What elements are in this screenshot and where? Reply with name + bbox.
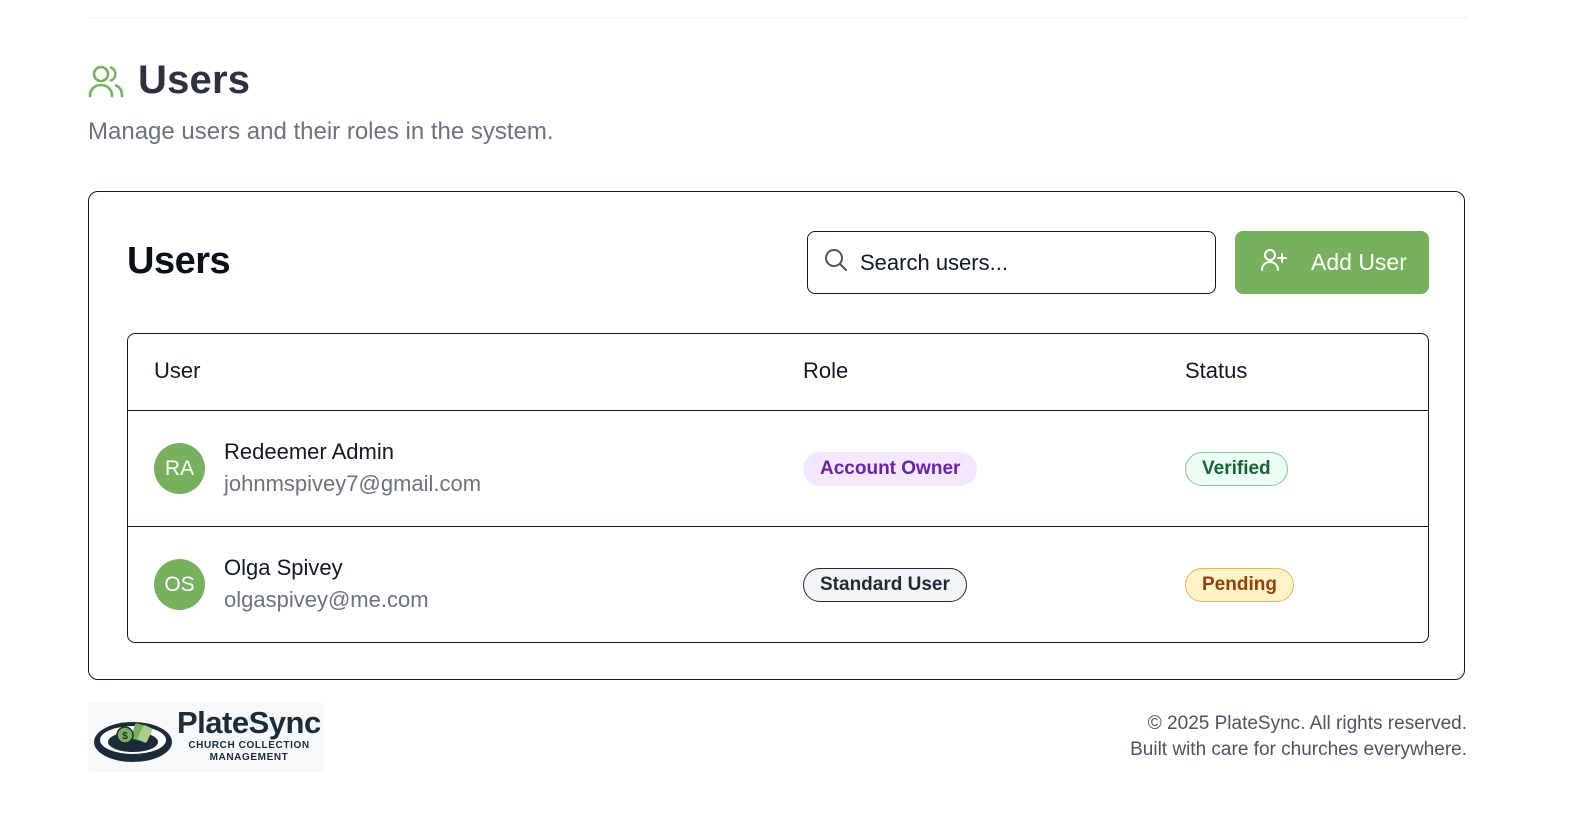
page-subtitle: Manage users and their roles in the syst…	[88, 118, 554, 145]
footer-text: © 2025 PlateSync. All rights reserved. B…	[1130, 711, 1467, 763]
column-header-status: Status	[1185, 358, 1248, 383]
search-box[interactable]	[807, 231, 1216, 294]
user-email: olgaspivey@me.com	[224, 587, 429, 612]
logo-name: PlateSync	[177, 705, 321, 740]
top-divider	[88, 17, 1468, 18]
logo-tagline: CHURCH COLLECTION MANAGEMENT	[188, 740, 310, 763]
platesync-logo: $ PlateSync CHURCH COLLECTION MANAGEMENT	[88, 702, 324, 772]
card-title: Users	[127, 240, 231, 282]
svg-text:$: $	[122, 731, 128, 742]
status-badge: Verified	[1185, 452, 1288, 486]
user-email: johnmspivey7@gmail.com	[224, 471, 482, 496]
page-title: Users	[138, 58, 251, 102]
add-user-button[interactable]: Add User	[1235, 231, 1429, 294]
footer-tagline: Built with care for churches everywhere.	[1130, 739, 1467, 760]
table-row[interactable]: OS Olga Spivey olgaspivey@me.com Standar…	[128, 527, 1428, 642]
column-header-role: Role	[803, 358, 849, 383]
status-badge: Pending	[1185, 568, 1294, 602]
user-name: Olga Spivey	[224, 555, 343, 580]
table-header: User Role Status	[128, 334, 1428, 411]
user-name: Redeemer Admin	[224, 439, 394, 464]
copyright-text: © 2025 PlateSync. All rights reserved.	[1147, 713, 1467, 734]
search-input[interactable]	[858, 248, 1182, 277]
users-table: User Role Status RA Redeemer Admin johnm…	[127, 333, 1429, 643]
users-icon	[88, 64, 124, 98]
role-badge: Account Owner	[803, 452, 978, 486]
role-badge: Standard User	[803, 568, 967, 602]
table-row[interactable]: RA Redeemer Admin johnmspivey7@gmail.com…	[128, 411, 1428, 527]
page-header: Users	[88, 58, 250, 103]
avatar: OS	[154, 559, 205, 610]
avatar: RA	[154, 443, 205, 494]
user-plus-icon	[1261, 248, 1287, 278]
add-user-button-label: Add User	[1311, 249, 1407, 275]
search-icon	[824, 248, 848, 277]
users-card: Users Add User User Role Status RA	[88, 191, 1465, 680]
column-header-user: User	[154, 358, 201, 383]
